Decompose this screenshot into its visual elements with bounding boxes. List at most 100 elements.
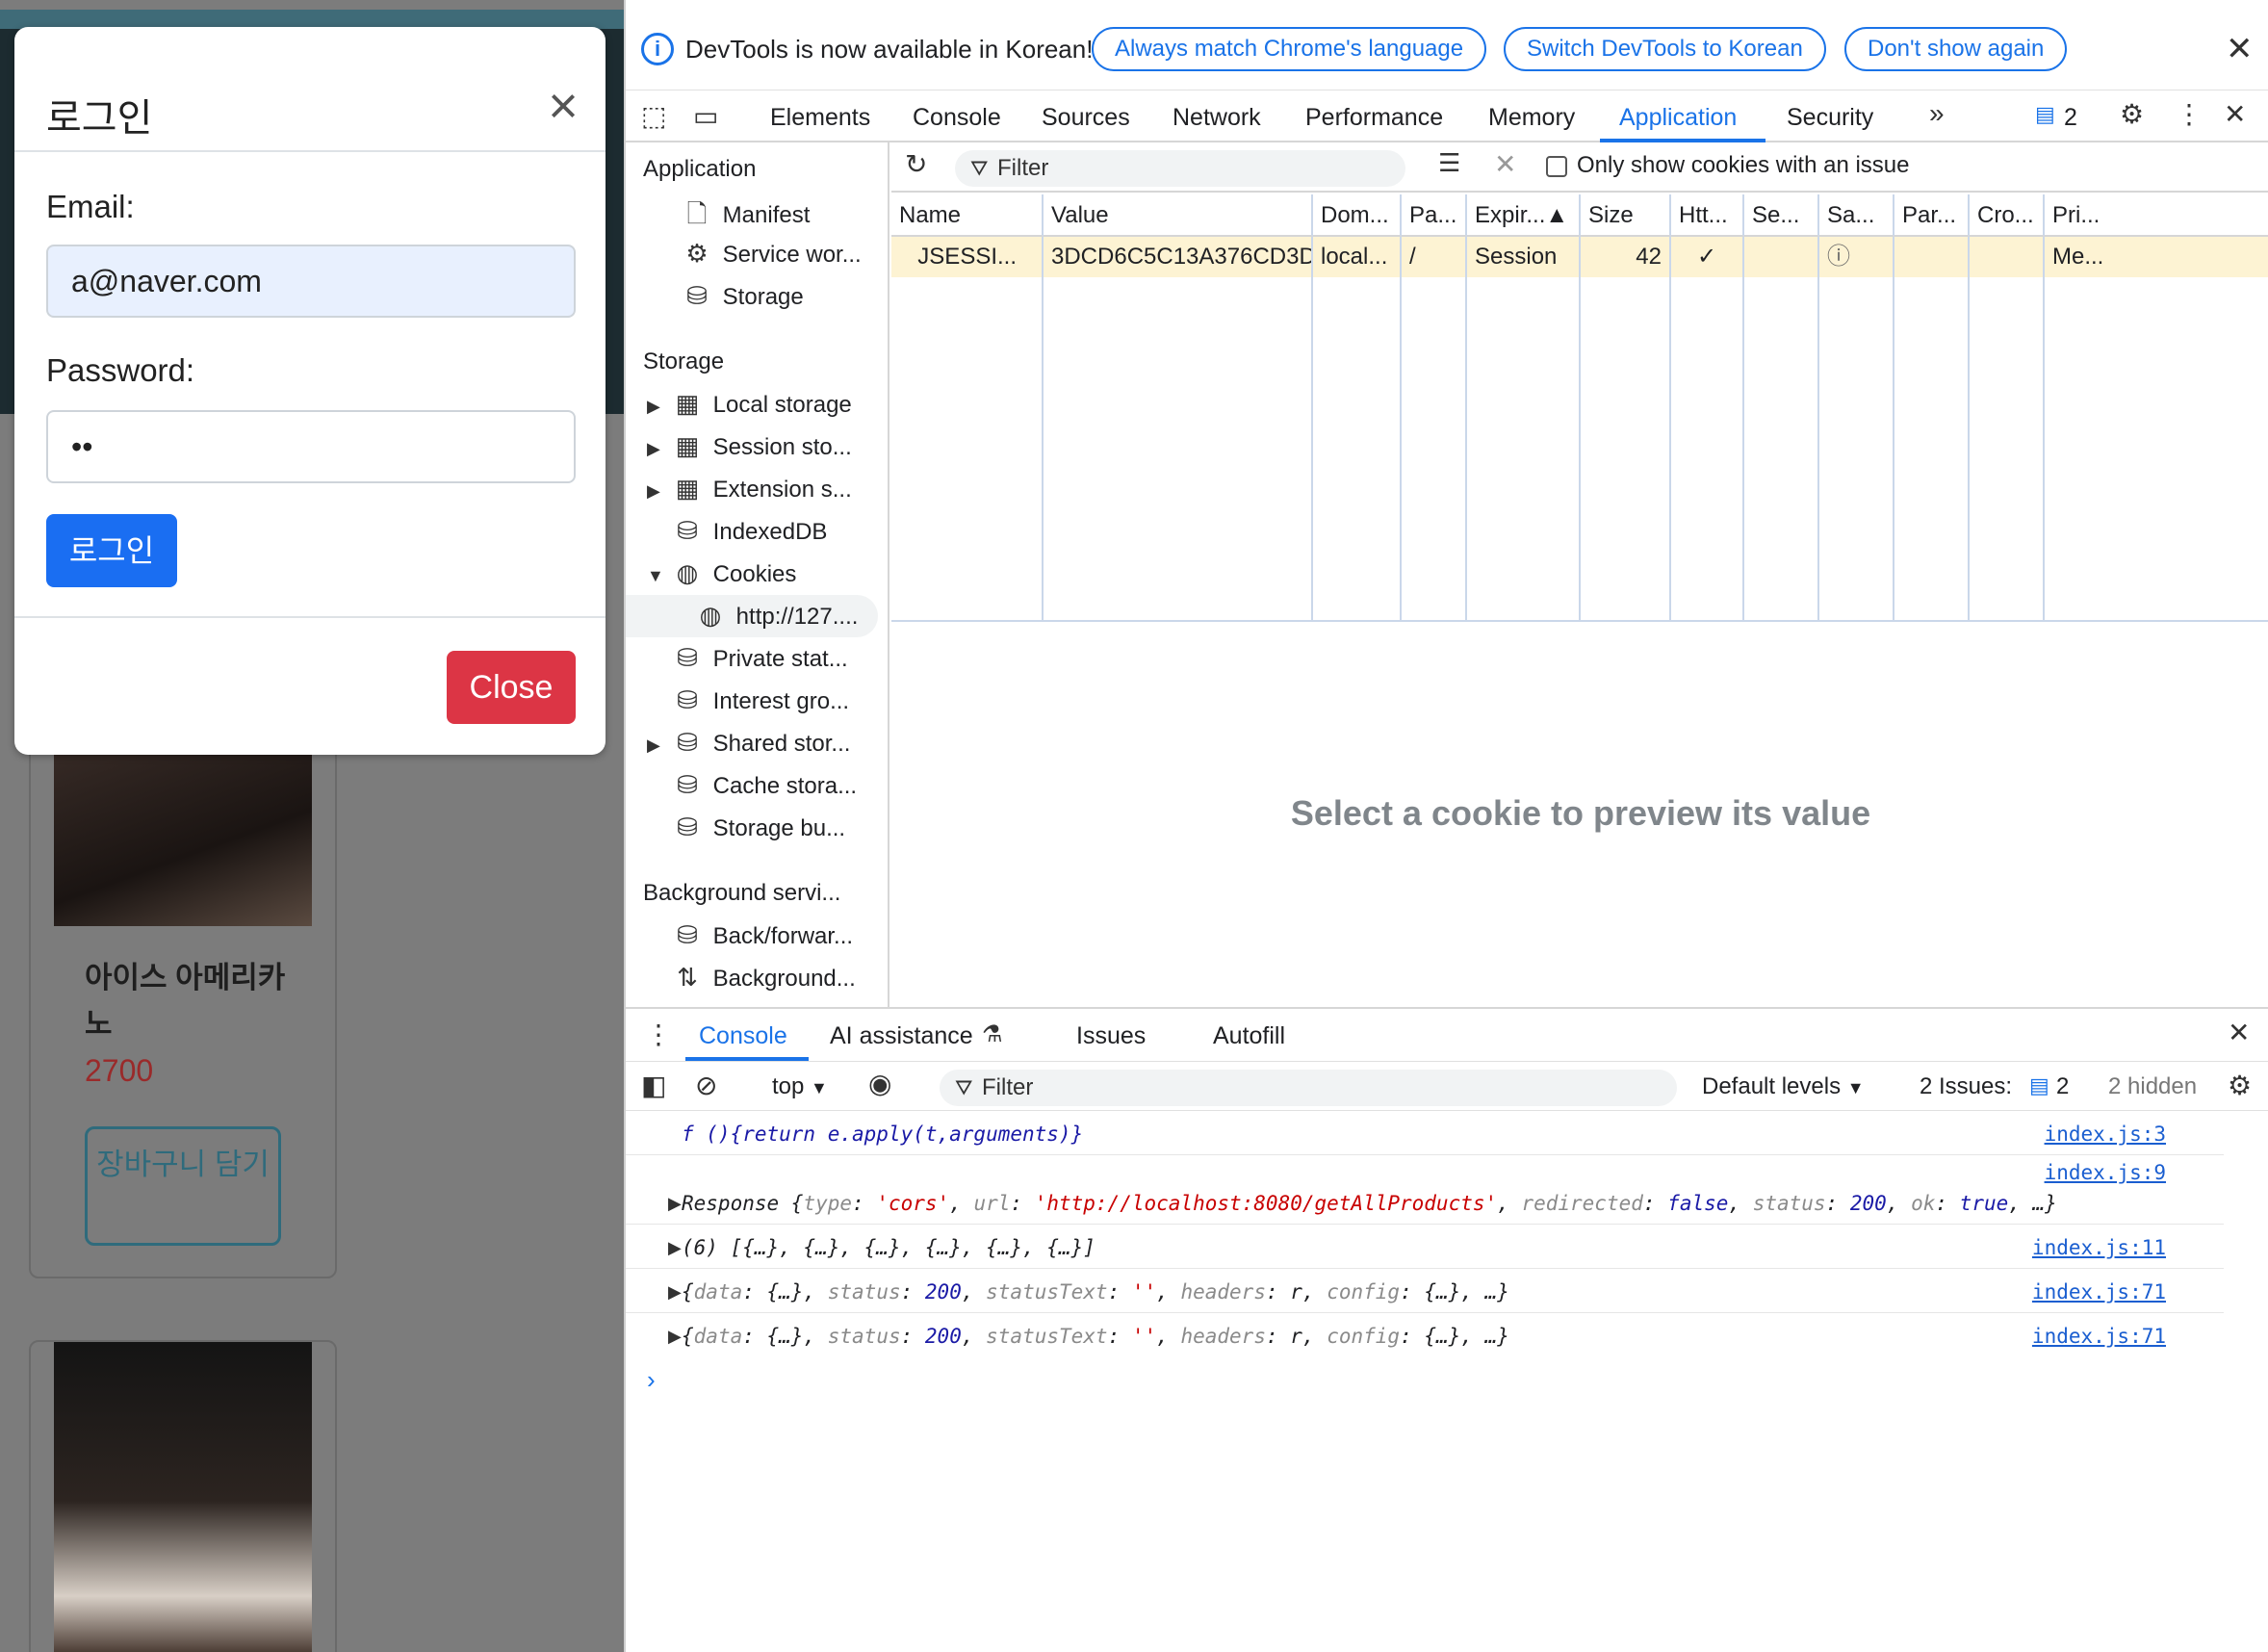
sidebar-item-extension-storage[interactable]: ▶ ▦ Extension s... <box>647 474 852 503</box>
tab-performance[interactable]: Performance <box>1305 104 1443 132</box>
device-toolbar-icon[interactable]: ▭ <box>693 100 718 132</box>
tab-network[interactable]: Network <box>1173 104 1261 132</box>
gear-icon[interactable]: ⚙ <box>2228 1070 2252 1101</box>
close-icon[interactable]: ✕ <box>2226 33 2254 65</box>
password-field[interactable]: •• <box>46 410 576 483</box>
sidebar-item-cookie-origin[interactable]: ◍ http://127.... <box>691 601 859 631</box>
refresh-icon[interactable]: ↻ <box>905 148 927 180</box>
sidebar-item-storage[interactable]: ⛁ Storage <box>678 281 804 311</box>
expand-arrow-icon[interactable]: ▶ <box>647 481 668 502</box>
column-header-value[interactable]: Value <box>1044 194 1313 237</box>
drawer-tab-console[interactable]: Console <box>699 1022 787 1050</box>
column-header-size[interactable]: Size <box>1581 194 1671 237</box>
sidebar-item-service-workers[interactable]: ⚙ Service wor... <box>678 239 861 269</box>
sidebar-item-indexeddb[interactable]: ⛁ IndexedDB <box>668 516 827 546</box>
column-header-name[interactable]: Name <box>891 194 1044 237</box>
only-issue-checkbox[interactable] <box>1546 156 1567 177</box>
tab-security[interactable]: Security <box>1787 104 1873 132</box>
source-link[interactable]: index.js:11 <box>2032 1236 2166 1259</box>
always-match-language-button[interactable]: Always match Chrome's language <box>1092 27 1487 71</box>
drawer-tab-autofill[interactable]: Autofill <box>1213 1022 1285 1050</box>
log-text[interactable]: {data: {…}, status: 200, statusText: '',… <box>682 1325 1509 1348</box>
expand-arrow-icon[interactable]: ▶ <box>647 736 668 756</box>
console-filter-input[interactable]: ⛛ Filter <box>940 1070 1677 1106</box>
issues-label[interactable]: 2 Issues: <box>1920 1073 2012 1100</box>
login-button[interactable]: 로그인 <box>46 514 177 587</box>
expand-arrow-icon[interactable]: ▶ <box>668 1327 682 1347</box>
issues-icon[interactable]: ▤ <box>2035 102 2055 127</box>
cookie-priority-cell[interactable]: Me... <box>2045 237 2268 277</box>
sidebar-item-private-state-tokens[interactable]: ⛁ Private stat... <box>668 643 848 673</box>
log-levels-dropdown[interactable]: Default levels ▼ <box>1702 1073 1865 1100</box>
column-header-partition-key[interactable]: Par... <box>1894 194 1970 237</box>
clear-filtered-cookies-icon[interactable]: ☰ <box>1438 148 1460 178</box>
source-link[interactable]: index.js:9 <box>2045 1161 2166 1184</box>
cookie-path-cell[interactable]: / <box>1402 237 1465 277</box>
tab-console[interactable]: Console <box>913 104 1001 132</box>
column-header-priority[interactable]: Pri... <box>2045 194 2268 237</box>
sidebar-toggle-icon[interactable]: ◧ <box>641 1070 666 1101</box>
more-tabs-icon[interactable]: » <box>1929 98 1945 129</box>
gear-icon[interactable]: ⚙ <box>2120 98 2144 130</box>
tab-elements[interactable]: Elements <box>770 104 870 132</box>
sidebar-item-cache-storage[interactable]: ⛁ Cache stora... <box>668 770 857 800</box>
log-text[interactable]: f (){return e.apply(t,arguments)} <box>682 1123 1083 1146</box>
column-header-path[interactable]: Pa... <box>1402 194 1467 237</box>
cookie-expires-cell[interactable]: Session <box>1467 237 1579 277</box>
sidebar-item-local-storage[interactable]: ▶ ▦ Local storage <box>647 389 852 419</box>
switch-to-korean-button[interactable]: Switch DevTools to Korean <box>1504 27 1826 71</box>
drawer-tab-ai-assistance[interactable]: AI assistance <box>830 1022 973 1050</box>
cookie-domain-cell[interactable]: local... <box>1313 237 1400 277</box>
drawer-tab-issues[interactable]: Issues <box>1076 1022 1146 1050</box>
log-text[interactable]: Response {type: 'cors', url: 'http://loc… <box>682 1192 2057 1215</box>
context-selector[interactable]: top ▼ <box>772 1073 828 1100</box>
column-header-httponly[interactable]: Htt... <box>1671 194 1744 237</box>
sidebar-item-cookies[interactable]: ▼ ◍ Cookies <box>647 558 796 588</box>
column-header-samesite[interactable]: Sa... <box>1819 194 1894 237</box>
sidebar-item-background-fetch[interactable]: ⇅ Background... <box>668 963 856 993</box>
clear-console-icon[interactable]: ⊘ <box>695 1070 717 1101</box>
source-link[interactable]: index.js:71 <box>2032 1325 2166 1348</box>
log-text[interactable]: {data: {…}, status: 200, statusText: '',… <box>682 1280 1509 1304</box>
email-field[interactable]: a@naver.com <box>46 245 576 318</box>
sidebar-item-manifest[interactable]: 🗋 Manifest <box>678 196 811 239</box>
collapse-arrow-icon[interactable]: ▼ <box>647 566 668 586</box>
kebab-menu-icon[interactable]: ⋮ <box>2176 98 2203 130</box>
tab-application[interactable]: Application <box>1619 104 1737 132</box>
tab-sources[interactable]: Sources <box>1042 104 1130 132</box>
close-button[interactable]: Close <box>447 651 576 724</box>
cookie-value-cell[interactable]: 3DCD6C5C13A376CD3DF296D4... <box>1044 237 1311 277</box>
column-header-domain[interactable]: Dom... <box>1313 194 1402 237</box>
drawer-menu-icon[interactable]: ⋮ <box>645 1019 672 1050</box>
column-header-secure[interactable]: Se... <box>1744 194 1819 237</box>
cookie-samesite-info-icon[interactable]: ⓘ <box>1819 237 1893 277</box>
sidebar-item-back-forward-cache[interactable]: ⛁ Back/forwar... <box>668 920 853 950</box>
sidebar-item-session-storage[interactable]: ▶ ▦ Session sto... <box>647 431 852 461</box>
cookie-size-cell[interactable]: 42 <box>1581 237 1669 277</box>
source-link[interactable]: index.js:3 <box>2045 1123 2166 1146</box>
cookie-httponly-cell[interactable]: ✓ <box>1671 237 1742 277</box>
close-icon[interactable]: × <box>539 80 587 133</box>
log-text[interactable]: (6) [{…}, {…}, {…}, {…}, {…}, {…}] <box>682 1236 1095 1259</box>
expand-arrow-icon[interactable]: ▶ <box>668 1238 682 1258</box>
cookie-secure-cell[interactable] <box>1744 237 1817 277</box>
expand-arrow-icon[interactable]: ▶ <box>647 397 668 417</box>
dont-show-again-button[interactable]: Don't show again <box>1844 27 2068 71</box>
close-icon[interactable]: ✕ <box>2224 98 2246 130</box>
sidebar-item-shared-storage[interactable]: ▶ ⛁ Shared stor... <box>647 728 850 758</box>
expand-arrow-icon[interactable]: ▶ <box>647 439 668 459</box>
cookie-partition-cell[interactable] <box>1894 237 1968 277</box>
close-drawer-icon[interactable]: ✕ <box>2228 1017 2250 1048</box>
sidebar-item-storage-buckets[interactable]: ⛁ Storage bu... <box>668 813 845 842</box>
column-header-expires[interactable]: Expir...▲ <box>1467 194 1581 237</box>
add-to-cart-button[interactable]: 장바구니 담기 <box>85 1126 281 1246</box>
sidebar-item-interest-groups[interactable]: ⛁ Interest gro... <box>668 685 849 715</box>
cookie-crosssite-cell[interactable] <box>1970 237 2043 277</box>
inspect-element-icon[interactable]: ⬚ <box>641 100 666 132</box>
column-header-cross-site[interactable]: Cro... <box>1970 194 2045 237</box>
expand-arrow-icon[interactable]: ▶ <box>668 1282 682 1303</box>
console-prompt-icon[interactable]: › <box>647 1365 656 1395</box>
cookie-filter-input[interactable]: ⛛ Filter <box>955 150 1405 187</box>
live-expression-eye-icon[interactable]: ◉ <box>868 1068 891 1099</box>
expand-arrow-icon[interactable]: ▶ <box>668 1194 682 1214</box>
